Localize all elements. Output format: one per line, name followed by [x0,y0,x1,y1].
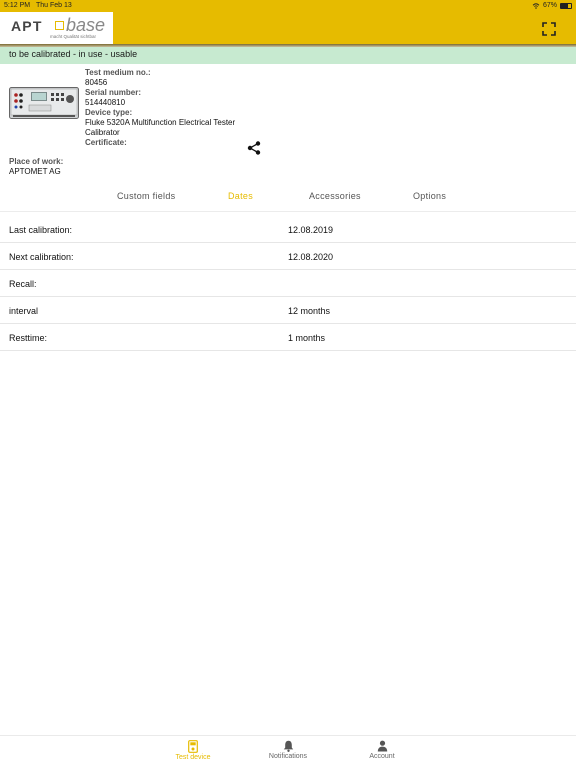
tab-dates[interactable]: Dates [228,191,253,201]
nav-notifications[interactable]: Notifications [258,740,318,760]
next-calibration-label: Next calibration: [9,252,74,262]
device-type-label: Device type: [85,108,133,117]
resttime-value: 1 months [288,333,326,343]
tab-custom-fields[interactable]: Custom fields [117,191,175,201]
bottom-navigation: Test device Notifications Account [0,735,576,768]
list-item: Recall: [0,270,576,297]
list-item: Resttime: 1 months [0,324,576,351]
status-time: 5:12 PM [4,2,31,9]
list-item: Next calibration: 12.08.2020 [0,243,576,270]
status-indicators: 67% [532,2,572,9]
fullscreen-icon[interactable] [542,22,556,36]
bell-icon [283,740,293,752]
interval-value: 12 months [288,306,331,316]
interval-label: interval [9,306,39,316]
serial-number-value: 514440810 [85,98,126,107]
tab-accessories[interactable]: Accessories [309,191,361,201]
device-info: Test medium no.: 80456 Serial number: 51… [85,68,285,148]
recall-label: Recall: [9,279,37,289]
device-type-value-cont: Calibrator [85,128,120,137]
place-of-work-label: Place of work: [9,157,64,166]
device-type-value: Fluke 5320A Multifunction Electrical Tes… [85,118,236,127]
nav-test-device[interactable]: Test device [163,740,223,761]
logo-apt-text: APT [11,18,43,34]
last-calibration-label: Last calibration: [9,225,73,235]
tab-options[interactable]: Options [413,191,446,201]
list-item: interval 12 months [0,297,576,324]
person-icon [377,740,387,752]
nav-test-device-label: Test device [175,754,211,761]
nav-account-label: Account [369,753,395,760]
test-medium-label: Test medium no.: [85,68,151,77]
battery-level [561,3,568,8]
logo-square [55,21,64,30]
test-medium-value: 80456 [85,78,108,87]
battery-icon [560,2,572,9]
system-status-bar: 5:12 PM Thu Feb 13 67% [0,0,576,12]
serial-number-label: Serial number: [85,88,142,97]
place-of-work: Place of work: APTOMET AG [9,157,63,177]
next-calibration-value: 12.08.2020 [288,252,334,262]
battery-percent: 67% [542,2,557,9]
app-logo: APT base macht Qualität sichtbar [0,12,113,44]
device-status-banner: to be calibrated - in use - usable [0,47,576,64]
test-device-icon [188,740,198,753]
share-icon[interactable] [247,141,261,155]
logo-base-text: base [66,15,106,35]
resttime-label: Resttime: [9,333,48,343]
status-date: Thu Feb 13 [36,2,72,9]
logo-tagline: macht Qualität sichtbar [50,34,97,39]
wifi-icon [532,2,540,9]
nav-notifications-label: Notifications [268,753,308,760]
dates-list: Last calibration: 12.08.2019 Next calibr… [0,216,576,351]
last-calibration-value: 12.08.2019 [288,225,334,235]
place-of-work-value: APTOMET AG [9,167,61,176]
nav-account[interactable]: Account [352,740,412,760]
device-image [9,87,79,119]
list-item: Last calibration: 12.08.2019 [0,216,576,243]
detail-tabs: Custom fields Dates Accessories Options [0,188,576,212]
